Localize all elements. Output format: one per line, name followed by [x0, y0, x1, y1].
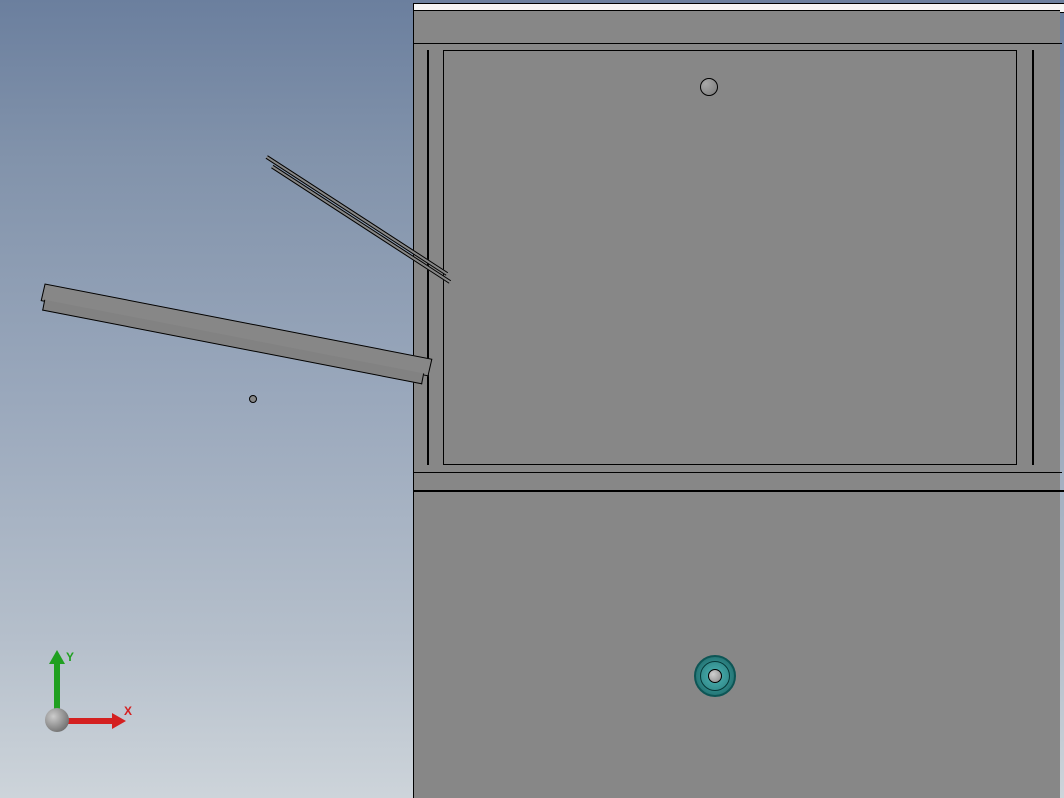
axis-triad[interactable]: X Y	[30, 662, 110, 742]
model-mid-separator-edge	[413, 490, 1064, 492]
model-tray-top-face	[41, 283, 433, 376]
axis-x-label: X	[124, 704, 132, 718]
model-drain-bore	[708, 669, 722, 683]
cad-viewport[interactable]: X Y	[0, 0, 1064, 798]
model-door-panel[interactable]	[443, 50, 1017, 465]
model-door-hole	[700, 78, 718, 96]
axis-origin-sphere[interactable]	[45, 708, 69, 732]
model-left-rail	[427, 50, 429, 465]
model-tray-bottom-face	[42, 300, 424, 385]
model-tray-arm[interactable]	[28, 283, 432, 442]
axis-x-arrow[interactable]	[66, 718, 116, 724]
model-strut-pivot	[249, 395, 257, 403]
axis-y-arrow[interactable]	[54, 660, 60, 710]
model-right-rail	[1032, 50, 1034, 465]
axis-y-label: Y	[66, 650, 74, 664]
